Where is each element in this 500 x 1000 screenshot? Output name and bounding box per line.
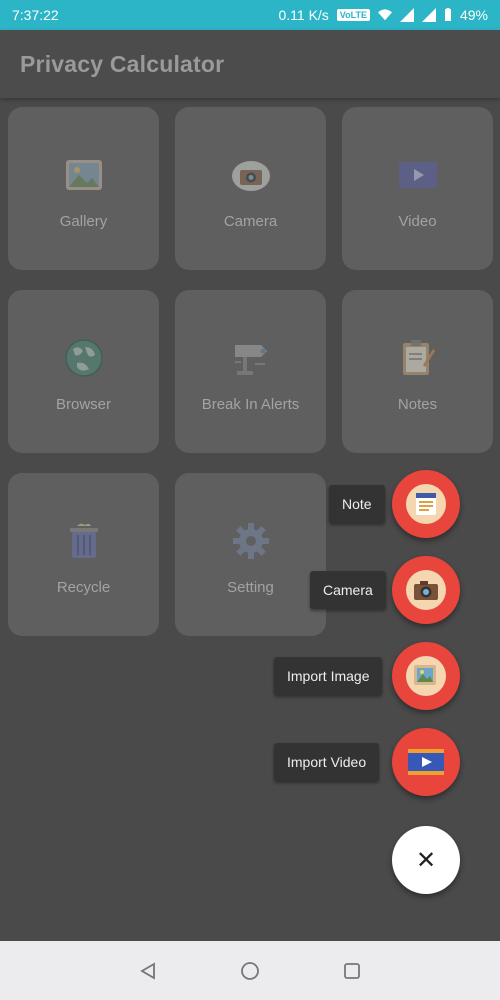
status-bar: 7:37:22 0.11 K/s VoLTE 49% — [0, 0, 500, 30]
signal-icon — [421, 8, 436, 22]
video-icon — [398, 155, 438, 195]
camera-icon — [406, 570, 446, 610]
tile-setting[interactable]: Setting — [175, 473, 326, 636]
battery-percent: 49% — [459, 7, 488, 23]
tile-camera[interactable]: Camera — [175, 107, 326, 270]
close-fab-button[interactable]: ✕ — [392, 826, 460, 894]
tile-video[interactable]: Video — [342, 107, 493, 270]
close-icon: ✕ — [415, 846, 437, 874]
tile-label: Camera — [223, 213, 278, 230]
tile-label: Setting — [227, 579, 274, 596]
tile-gallery[interactable]: Gallery — [8, 107, 159, 270]
tile-browser[interactable]: Browser — [8, 290, 159, 453]
fab-label-import-image[interactable]: Import Image — [274, 657, 383, 695]
tile-label: Gallery — [59, 213, 108, 230]
status-indicators: 0.11 K/s VoLTE 49% — [278, 7, 488, 23]
volte-badge: VoLTE — [336, 9, 370, 21]
system-nav-bar — [0, 941, 500, 1000]
fab-label-note[interactable]: Note — [329, 485, 385, 523]
wifi-icon — [377, 9, 392, 21]
fab-label-camera[interactable]: Camera — [310, 571, 386, 609]
recents-button[interactable] — [342, 961, 362, 981]
security-camera-icon — [231, 338, 271, 378]
tile-label: Notes — [397, 396, 438, 413]
tile-label: Break In Alerts — [201, 396, 300, 413]
clipboard-icon — [398, 338, 438, 378]
back-icon — [140, 961, 155, 980]
gear-icon — [231, 521, 271, 561]
camera-icon — [231, 155, 271, 195]
tile-label: Browser — [55, 396, 111, 413]
tile-break-in-alerts[interactable]: Break In Alerts — [175, 290, 326, 453]
fab-label-import-video[interactable]: Import Video — [274, 743, 380, 781]
gallery-icon — [64, 155, 104, 195]
status-time: 7:37:22 — [12, 7, 59, 23]
image-icon — [406, 656, 446, 696]
tile-label: Video — [398, 213, 437, 230]
home-icon — [241, 961, 259, 980]
page-title: Privacy Calculator — [20, 50, 225, 77]
battery-icon — [444, 8, 451, 21]
signal-icon — [399, 8, 414, 22]
back-button[interactable] — [138, 961, 158, 981]
fab-import-image-button[interactable] — [392, 642, 460, 710]
note-icon — [406, 484, 446, 524]
app-bar: Privacy Calculator — [0, 30, 500, 98]
tile-label: Recycle — [56, 579, 111, 596]
trash-icon — [64, 521, 104, 561]
tile-recycle[interactable]: Recycle — [8, 473, 159, 636]
recents-icon — [344, 962, 360, 979]
home-button[interactable] — [240, 961, 260, 981]
video-icon — [406, 742, 446, 782]
tile-notes[interactable]: Notes — [342, 290, 493, 453]
globe-icon — [64, 338, 104, 378]
fab-note-button[interactable] — [392, 470, 460, 538]
network-speed: 0.11 K/s — [278, 7, 329, 23]
fab-camera-button[interactable] — [392, 556, 460, 624]
fab-import-video-button[interactable] — [392, 728, 460, 796]
